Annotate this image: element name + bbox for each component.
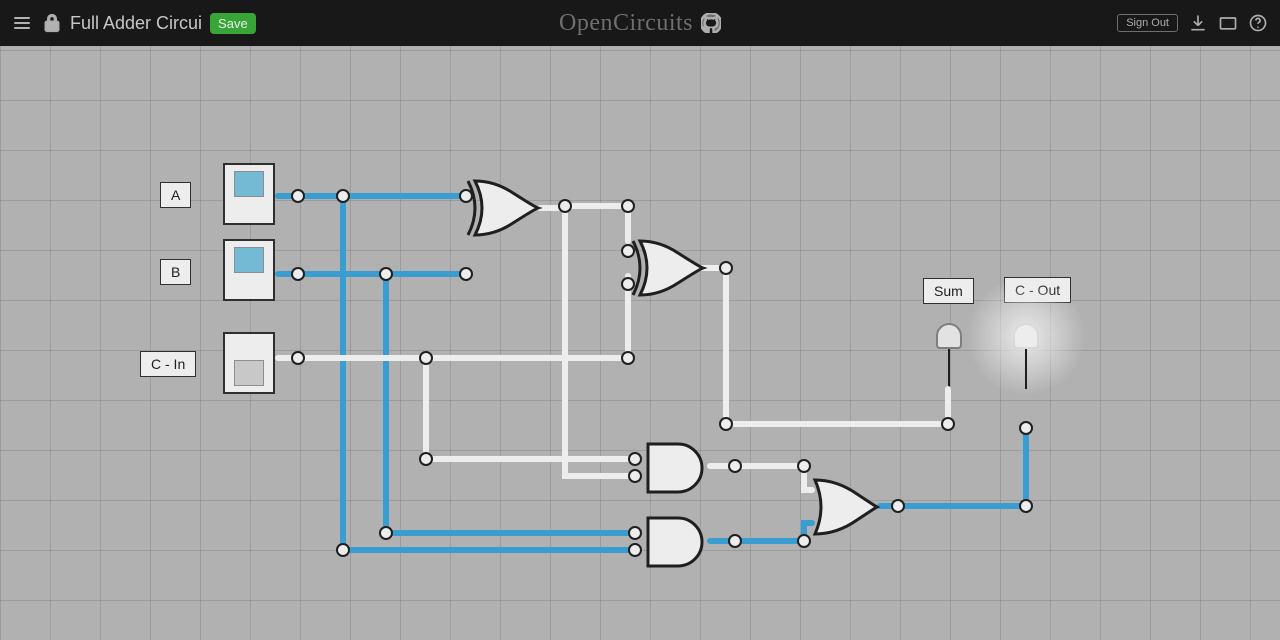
download-icon[interactable] [1188,13,1208,33]
menu-icon[interactable] [10,13,34,33]
header-center: OpenCircuits [559,10,721,37]
gate-and2[interactable] [648,518,702,566]
gate-xor2[interactable] [633,241,703,295]
open-icon[interactable] [1218,13,1238,33]
brand: OpenCircuits [559,10,693,37]
gate-or1[interactable] [815,480,877,534]
canvas[interactable]: A B C - In Sum C - Out [0,46,1280,640]
github-icon[interactable] [701,13,721,33]
gate-xor1[interactable] [468,181,538,235]
header-right: Sign Out [1117,13,1280,33]
circuit-title[interactable]: Full Adder Circui [70,13,202,34]
header-left: Full Adder Circui Save [0,13,256,34]
header: Full Adder Circui Save OpenCircuits Sign… [0,0,1280,46]
signout-button[interactable]: Sign Out [1117,14,1178,32]
circuit-wires [0,46,1280,640]
lock-icon [42,13,62,33]
help-icon[interactable] [1248,13,1268,33]
gate-and1[interactable] [648,444,702,492]
save-button[interactable]: Save [210,13,256,34]
